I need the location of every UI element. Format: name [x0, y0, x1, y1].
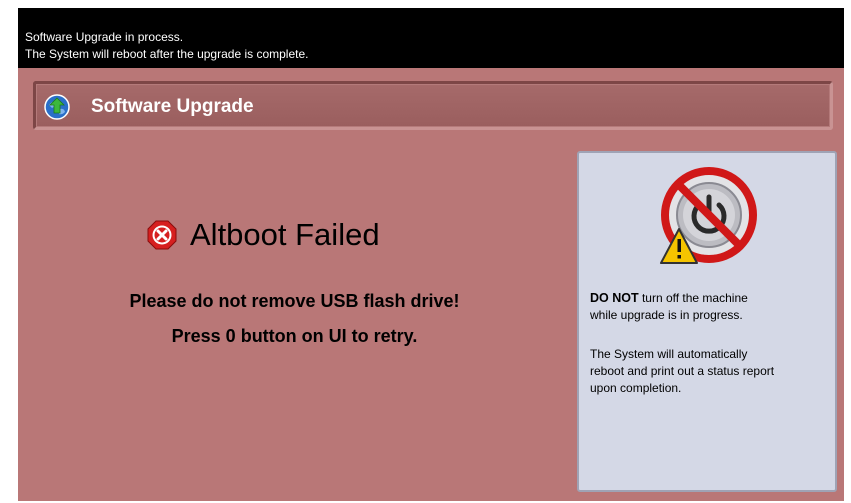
upgrade-screen: Software Upgrade in process. The System …: [18, 8, 844, 501]
no-power-off-warning-icon: [660, 167, 757, 264]
message-line-2: Press 0 button on UI to retry.: [171, 326, 418, 346]
upgrade-globe-arrow-icon: [44, 94, 70, 120]
note-line-1: The System will automatically: [590, 347, 748, 361]
title-bar: Software Upgrade: [33, 81, 833, 130]
note-line-3: upon completion.: [590, 381, 682, 395]
warning-bold-prefix: DO NOT: [590, 291, 639, 305]
warning-rest-line-1: turn off the machine: [638, 291, 748, 305]
status-line-1: Software Upgrade in process.: [25, 30, 184, 44]
title-text: Software Upgrade: [91, 96, 254, 117]
message-line-1: Please do not remove USB flash drive!: [129, 291, 460, 311]
note-line-2: reboot and print out a status report: [590, 364, 775, 378]
error-x-icon: [147, 220, 177, 250]
status-line-2: The System will reboot after the upgrade…: [25, 47, 309, 61]
warning-text: DO NOT turn off the machine while upgrad…: [590, 290, 830, 324]
error-title: Altboot Failed: [190, 217, 380, 252]
warning-line-2: while upgrade is in progress.: [590, 308, 743, 322]
info-panel: DO NOT turn off the machine while upgrad…: [577, 151, 837, 492]
status-bar: Software Upgrade in process. The System …: [18, 8, 844, 68]
note-text: The System will automatically reboot and…: [590, 346, 830, 397]
